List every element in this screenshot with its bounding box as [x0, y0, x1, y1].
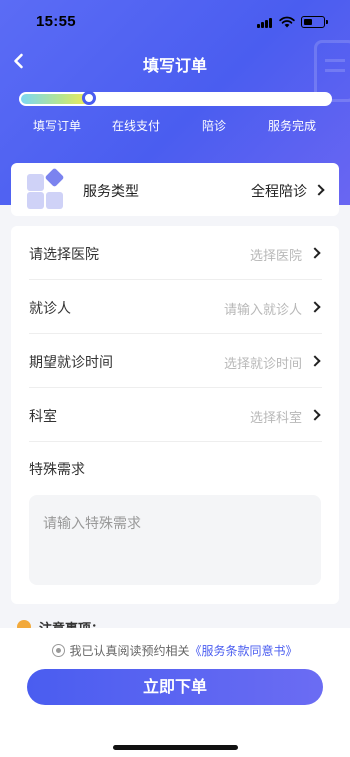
status-time: 15:55 — [36, 13, 76, 30]
progress-bar — [19, 91, 332, 106]
step-fill-order: 填写订单 — [32, 119, 82, 133]
step-service-complete: 服务完成 — [267, 119, 317, 133]
visit-time-select-row[interactable]: 期望就诊时间 选择就诊时间 — [29, 334, 322, 388]
chevron-right-icon — [313, 184, 325, 196]
department-label: 科室 — [29, 409, 57, 425]
patient-input-row[interactable]: 就诊人 请输入就诊人 — [29, 280, 322, 334]
status-bar: 15:55 — [0, 0, 350, 44]
wifi-icon — [279, 16, 295, 28]
step-online-payment: 在线支付 — [111, 119, 161, 133]
hospital-placeholder: 选择医院 — [249, 249, 302, 264]
service-grid-icon — [27, 167, 65, 209]
hospital-label: 请选择医院 — [29, 247, 99, 263]
submit-order-button[interactable]: 立即下单 — [27, 669, 323, 705]
agreement-row: 我已认真阅读预约相关《服务条款同意书》 — [0, 642, 350, 660]
agree-radio[interactable] — [52, 644, 66, 657]
patient-label: 就诊人 — [29, 301, 71, 317]
hospital-select-row[interactable]: 请选择医院 选择医院 — [29, 226, 322, 280]
service-type-label: 服务类型 — [83, 184, 139, 200]
bottom-action-bar: 我已认真阅读预约相关《服务条款同意书》 立即下单 — [0, 628, 350, 757]
progress-steps: 填写订单 在线支付 陪诊 服务完成 — [0, 117, 350, 133]
service-type-value: 全程陪诊 — [251, 184, 307, 200]
chevron-right-icon — [309, 247, 321, 259]
department-select-row[interactable]: 科室 选择科室 — [29, 388, 322, 442]
patient-placeholder: 请输入就诊人 — [223, 303, 302, 318]
service-type-card[interactable]: 服务类型 全程陪诊 — [11, 163, 339, 216]
agreement-text: 我已认真阅读预约相关 — [69, 644, 190, 658]
terms-link[interactable]: 《服务条款同意书》 — [190, 644, 298, 658]
order-form: 请选择医院 选择医院 就诊人 请输入就诊人 期望就诊时间 选择就诊时间 科室 选… — [11, 226, 339, 604]
department-placeholder: 选择科室 — [249, 411, 302, 426]
step-escort: 陪诊 — [201, 119, 227, 133]
chevron-right-icon — [309, 355, 321, 367]
chevron-right-icon — [309, 301, 321, 313]
progress-fill — [21, 94, 89, 104]
special-needs-placeholder: 请输入特殊需求 — [43, 516, 141, 532]
chevron-right-icon — [309, 409, 321, 421]
battery-icon — [301, 16, 328, 28]
home-indicator — [113, 745, 238, 750]
special-needs-label: 特殊需求 — [29, 462, 85, 478]
special-needs-textarea[interactable]: 请输入特殊需求 — [29, 495, 321, 585]
progress-knob — [82, 91, 96, 105]
cellular-signal-icon — [257, 18, 273, 28]
visit-time-label: 期望就诊时间 — [29, 355, 113, 371]
visit-time-placeholder: 选择就诊时间 — [223, 357, 302, 372]
page-title: 填写订单 — [142, 56, 207, 75]
